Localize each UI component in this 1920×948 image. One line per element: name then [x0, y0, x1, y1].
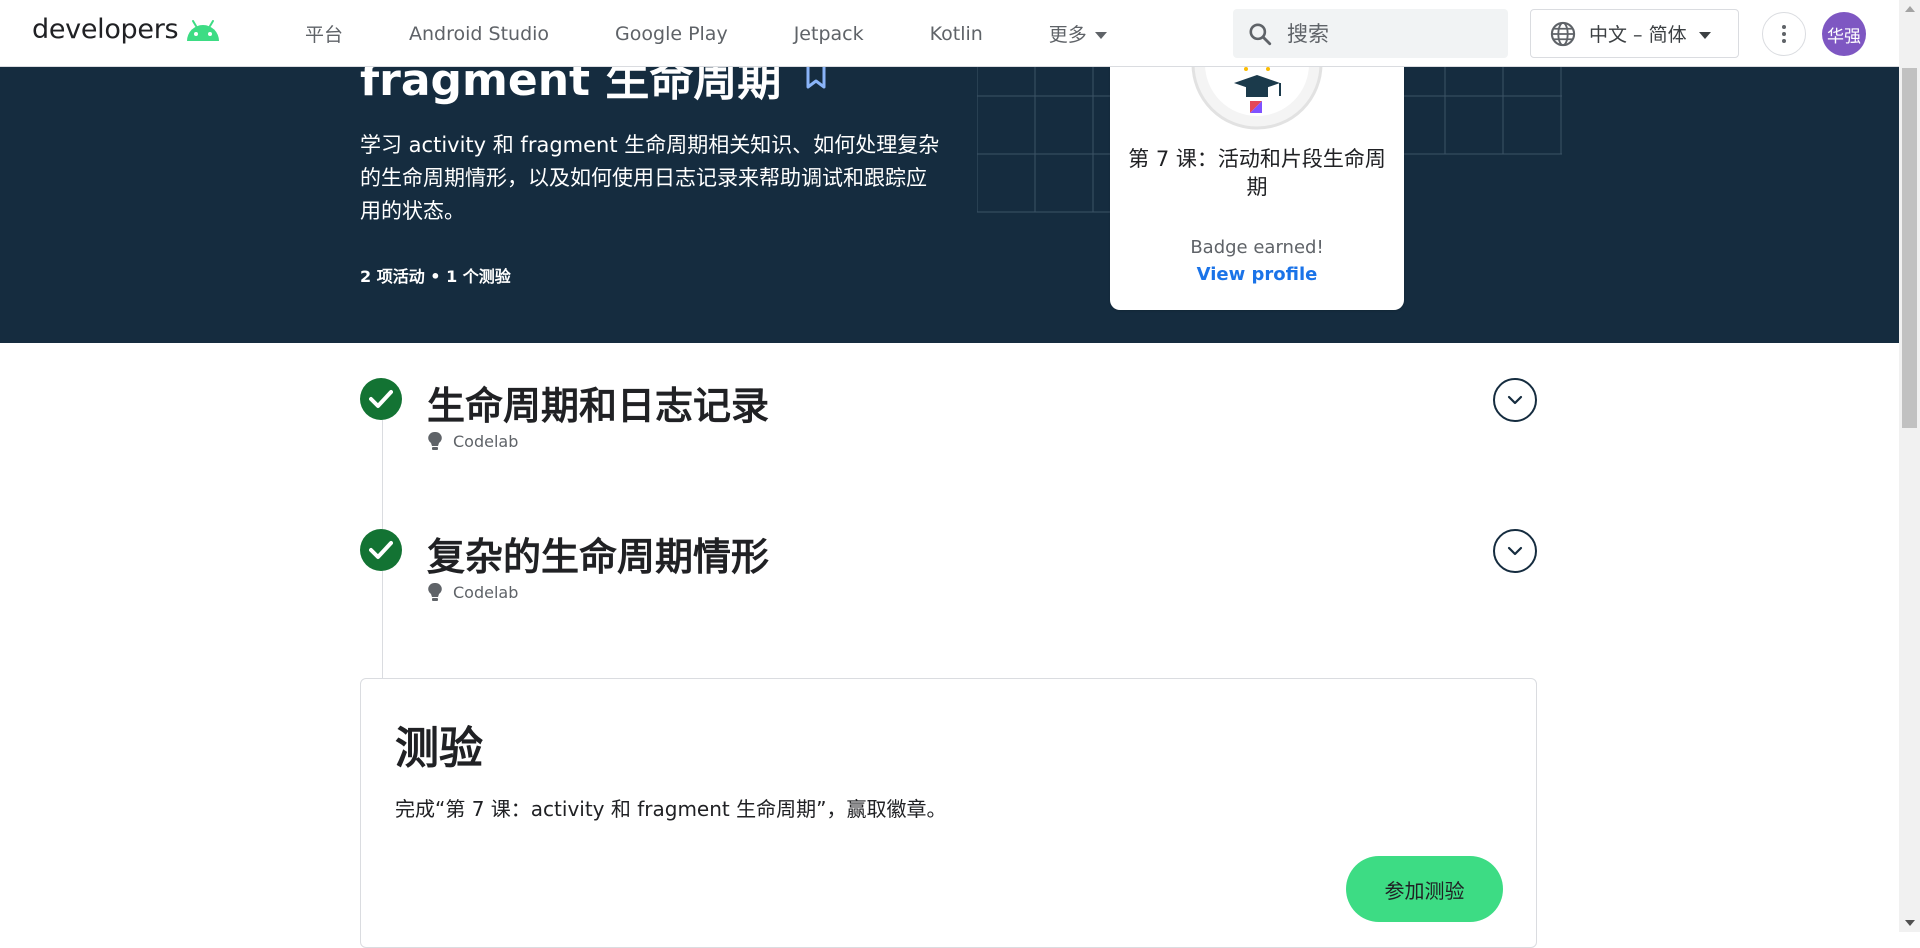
lightbulb-icon	[428, 582, 442, 601]
quiz-description: 完成“第 7 课：activity 和 fragment 生命周期”，赢取徽章。	[395, 797, 947, 821]
nav-item-android-studio[interactable]: Android Studio	[409, 23, 549, 45]
more-options-button[interactable]	[1762, 12, 1806, 56]
completed-check-icon	[360, 378, 402, 420]
android-icon	[187, 19, 220, 41]
nav-item-kotlin[interactable]: Kotlin	[930, 23, 983, 45]
nav-item-google-play[interactable]: Google Play	[615, 23, 728, 45]
nav-item-jetpack[interactable]: Jetpack	[794, 23, 864, 45]
nav-more-label: 更多	[1048, 24, 1087, 46]
activity-title[interactable]: 生命周期和日志记录	[427, 375, 769, 430]
nav-item-more[interactable]: 更多	[1049, 20, 1107, 47]
language-selector[interactable]: 中文 – 简体	[1530, 9, 1739, 58]
chevron-down-icon	[1507, 395, 1523, 405]
view-profile-link[interactable]: View profile	[1110, 264, 1404, 285]
main-nav: 平台 Android Studio Google Play Jetpack Ko…	[305, 0, 1173, 67]
kebab-dot	[1782, 25, 1786, 29]
badge-status: Badge earned!	[1190, 237, 1324, 258]
activity-type-label: Codelab	[453, 582, 519, 602]
lightbulb-icon	[428, 431, 442, 450]
scroll-up-arrow-icon[interactable]	[1905, 6, 1915, 12]
nav-item-platform[interactable]: 平台	[305, 20, 343, 47]
quiz-title: 测验	[395, 723, 483, 774]
scroll-down-arrow-icon[interactable]	[1905, 920, 1915, 926]
chevron-down-icon	[1698, 31, 1711, 39]
lesson-title: fragment 生命周期	[360, 67, 827, 108]
kebab-dot	[1782, 39, 1786, 43]
bookmark-icon[interactable]	[805, 67, 827, 90]
activity-item[interactable]: 生命周期和日志记录 Codelab	[360, 378, 1537, 478]
quiz-card: 测验 完成“第 7 课：activity 和 fragment 生命周期”，赢取…	[360, 678, 1537, 948]
expand-button[interactable]	[1493, 529, 1537, 573]
scroll-thumb[interactable]	[1902, 68, 1917, 428]
avatar[interactable]: 华强	[1822, 12, 1866, 56]
activity-item[interactable]: 复杂的生命周期情形 Codelab	[360, 529, 1537, 629]
badge-card: 第 7 课：活动和片段生命周期 Badge earned! View profi…	[1110, 0, 1404, 310]
search-icon	[1249, 22, 1272, 45]
activity-type-label: Codelab	[453, 431, 519, 451]
lesson-meta: 2 项活动 • 1 个测验	[360, 267, 511, 286]
activity-type: Codelab	[427, 582, 518, 602]
take-quiz-button[interactable]: 参加测验	[1346, 856, 1503, 922]
globe-icon	[1550, 21, 1576, 46]
completed-check-icon	[360, 529, 402, 571]
badge-title: 第 7 课：活动和片段生命周期	[1128, 147, 1386, 199]
developers-logo[interactable]: developers	[32, 14, 222, 45]
chevron-down-icon	[1094, 31, 1107, 39]
top-app-bar: developers 平台 Android Studio Google Play…	[0, 0, 1899, 67]
search-box[interactable]	[1233, 9, 1508, 58]
search-input[interactable]	[1285, 20, 1489, 47]
lesson-hero-banner: fragment 生命周期 学习 activity 和 fragment 生命周…	[0, 67, 1899, 343]
lesson-title-text: fragment 生命周期	[360, 67, 782, 106]
activity-title[interactable]: 复杂的生命周期情形	[427, 526, 769, 581]
chevron-down-icon	[1507, 546, 1523, 556]
page-scrollbar[interactable]	[1899, 0, 1920, 932]
activity-type: Codelab	[427, 431, 518, 451]
logo-text: developers	[32, 14, 179, 45]
language-label: 中文 – 简体	[1589, 24, 1687, 46]
expand-button[interactable]	[1493, 378, 1537, 422]
lesson-description: 学习 activity 和 fragment 生命周期相关知识、如何处理复杂的生…	[360, 133, 940, 223]
kebab-dot	[1782, 32, 1786, 36]
